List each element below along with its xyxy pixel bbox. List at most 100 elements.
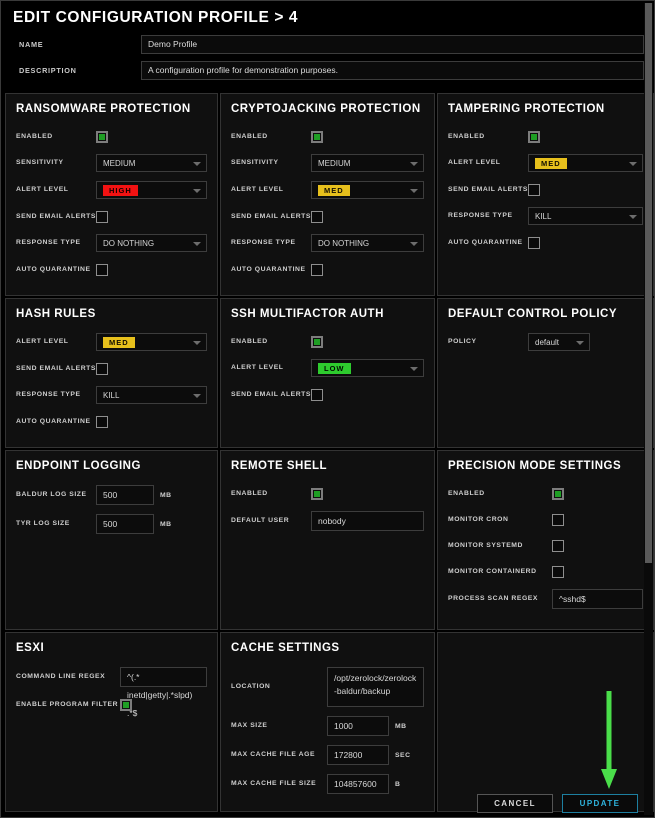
default-user-input[interactable]: nobody [311,511,424,531]
scrollbar-thumb[interactable] [645,3,652,563]
field-send-email-alerts: SEND EMAIL ALERTS [16,208,207,225]
process-scan-regex-input[interactable]: ^sshd$ [552,589,643,609]
enabled-checkbox[interactable] [96,130,108,143]
field-auto-quarantine: AUTO QUARANTINE [448,234,643,251]
name-input[interactable]: Demo Profile [141,35,644,54]
sensitivity-select[interactable]: MEDIUM [96,154,207,172]
panel-title: REMOTE SHELL [231,460,328,472]
field-label: MONITOR SYSTEMD [448,541,523,549]
name-label: NAME [19,40,44,49]
field-label: AUTO QUARANTINE [448,238,523,246]
status-badge: MED [535,157,567,169]
cancel-button[interactable]: CANCEL [477,794,553,813]
field-auto-quarantine: AUTO QUARANTINE [16,261,207,278]
panel-title: ESXI [16,642,45,654]
alert-level-select[interactable]: MED [528,154,643,172]
command-line-regex-input[interactable]: ^(.* inetd|getty|.*slpd) .*$ [120,667,207,718]
field-label: ENABLED [448,489,485,497]
send-email-alerts-checkbox[interactable] [528,183,540,196]
field-enabled: ENABLED [231,128,424,145]
field-label: COMMAND LINE REGEX [16,673,106,681]
field-label: TYR LOG SIZE [16,520,70,528]
monitor-systemd-checkbox[interactable] [552,539,564,552]
field-alert-level: ALERT LEVEL HIGH [16,181,207,199]
panel-ssh-multifactor-auth: SSH MULTIFACTOR AUTH ENABLED ALERT LEVEL… [220,298,435,448]
field-response-type: RESPONSE TYPE DO NOTHING [231,234,424,252]
chevron-down-icon [193,188,201,193]
select-value: default [535,337,560,347]
field-label: MAX CACHE FILE SIZE [231,780,317,788]
field-label: ENABLED [448,132,485,140]
response-type-select[interactable]: DO NOTHING [311,234,424,252]
field-alert-level: ALERT LEVEL LOW [231,359,424,377]
field-response-type: RESPONSE TYPE KILL [448,207,643,225]
description-label: DESCRIPTION [19,66,77,75]
description-row: DESCRIPTION A configuration profile for … [11,61,644,80]
field-policy: POLICY default [448,333,643,351]
enabled-checkbox[interactable] [552,487,564,500]
enabled-checkbox[interactable] [311,487,323,500]
tyr-log-size-input[interactable]: 500 [96,514,154,534]
auto-quarantine-checkbox[interactable] [96,263,108,276]
field-label: SEND EMAIL ALERTS [16,364,96,372]
field-monitor-systemd: MONITOR SYSTEMD [448,537,643,554]
policy-select[interactable]: default [528,333,590,351]
alert-level-select[interactable]: MED [311,181,424,199]
send-email-alerts-checkbox[interactable] [96,210,108,223]
baldur-log-size-input[interactable]: 500 [96,485,154,505]
field-label: RESPONSE TYPE [448,212,513,220]
alert-level-select[interactable]: HIGH [96,181,207,199]
max-size-input[interactable]: 1000 [327,716,389,736]
field-enabled: ENABLED [448,485,643,502]
vertical-scrollbar[interactable] [644,3,653,815]
enabled-checkbox[interactable] [528,130,540,143]
chevron-down-icon [629,214,637,219]
panel-endpoint-logging: ENDPOINT LOGGING BALDUR LOG SIZE 500 MB … [5,450,218,630]
enabled-checkbox[interactable] [311,335,323,348]
location-input[interactable]: /opt/zerolock/zerolock-baldur/backup [327,667,424,707]
panel-title: RANSOMWARE PROTECTION [16,103,191,115]
field-response-type: RESPONSE TYPE KILL [16,386,207,404]
profile-meta-fields: NAME Demo Profile DESCRIPTION A configur… [1,31,654,93]
description-input[interactable]: A configuration profile for demonstratio… [141,61,644,80]
field-label: ENABLED [231,132,268,140]
field-alert-level: ALERT LEVEL MED [231,181,424,199]
dialog-footer: CANCEL UPDATE [1,794,654,813]
field-monitor-cron: MONITOR CRON [448,511,643,528]
auto-quarantine-checkbox[interactable] [311,263,323,276]
monitor-cron-checkbox[interactable] [552,513,564,526]
status-badge: MED [103,336,135,348]
monitor-containerd-checkbox[interactable] [552,565,564,578]
max-cache-file-age-input[interactable]: 172800 [327,745,389,765]
panel-cache-settings: CACHE SETTINGS LOCATION /opt/zerolock/ze… [220,632,435,812]
panel-title: CACHE SETTINGS [231,642,340,654]
field-alert-level: ALERT LEVEL MED [448,154,643,172]
max-cache-file-size-input[interactable]: 104857600 [327,774,389,794]
panel-empty-slot [437,632,654,812]
auto-quarantine-checkbox[interactable] [96,415,108,428]
field-send-email-alerts: SEND EMAIL ALERTS [16,360,207,377]
response-type-select[interactable]: DO NOTHING [96,234,207,252]
send-email-alerts-checkbox[interactable] [96,362,108,375]
alert-level-select[interactable]: MED [96,333,207,351]
response-type-select[interactable]: KILL [528,207,643,225]
auto-quarantine-checkbox[interactable] [528,236,540,249]
enabled-checkbox[interactable] [311,130,323,143]
field-label: MONITOR CONTAINERD [448,567,537,575]
panel-esxi: ESXI COMMAND LINE REGEX ^(.* inetd|getty… [5,632,218,812]
field-label: POLICY [448,338,477,346]
send-email-alerts-checkbox[interactable] [311,210,323,223]
field-location: LOCATION /opt/zerolock/zerolock-baldur/b… [231,667,424,707]
field-enabled: ENABLED [231,333,424,350]
chevron-down-icon [410,161,418,166]
response-type-select[interactable]: KILL [96,386,207,404]
alert-level-select[interactable]: LOW [311,359,424,377]
field-enabled: ENABLED [448,128,643,145]
sensitivity-select[interactable]: MEDIUM [311,154,424,172]
update-button[interactable]: UPDATE [562,794,638,813]
select-value: DO NOTHING [318,238,370,248]
send-email-alerts-checkbox[interactable] [311,388,323,401]
chevron-down-icon [576,340,584,345]
enable-program-filter-checkbox[interactable] [120,698,132,711]
status-badge: MED [318,184,350,196]
